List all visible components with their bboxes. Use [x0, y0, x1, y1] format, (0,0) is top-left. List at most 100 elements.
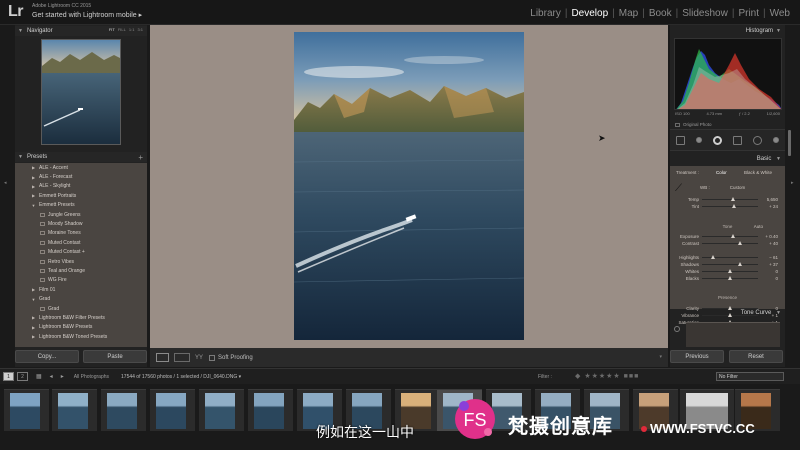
preset-folder[interactable]: ▶ ALE - Accent [15, 163, 147, 172]
right-panel-scrollbar[interactable] [788, 130, 791, 156]
histogram[interactable] [674, 38, 782, 110]
mobile-promo-link[interactable]: Get started with Lightroom mobile ▸ [32, 11, 142, 19]
preset-folder[interactable]: ▶ Film 01 [15, 285, 147, 294]
preset-item[interactable]: Retro Vibes [15, 257, 147, 266]
preset-item[interactable]: Moraine Tones [15, 229, 147, 238]
module-web[interactable]: Web [766, 8, 794, 19]
filmstrip-thumbnail[interactable] [52, 389, 97, 431]
paste-settings-button[interactable]: Paste [83, 350, 147, 363]
rating-filter-stars[interactable]: ◆ ★★★★★ ■■■ [575, 372, 639, 380]
slider-knob[interactable] [730, 234, 735, 238]
slider-value[interactable]: + 40 [758, 241, 778, 246]
slider-knob[interactable] [732, 204, 737, 208]
slider-highlights[interactable]: Highlights − 61 [676, 254, 781, 261]
slider-value[interactable]: + 0.40 [758, 234, 778, 239]
slider-knob[interactable] [738, 241, 743, 245]
red-eye-tool-icon[interactable] [712, 135, 722, 145]
grid-view-icon[interactable]: ▦ [36, 373, 42, 380]
graduated-filter-tool-icon[interactable] [733, 135, 743, 145]
slider-knob[interactable] [728, 276, 732, 280]
collapsed-triangle-icon[interactable]: ▶ [30, 184, 37, 189]
original-photo-checkbox[interactable] [675, 122, 680, 127]
slider-contrast[interactable]: Contrast + 40 [676, 240, 781, 247]
collapsed-triangle-icon[interactable]: ▶ [30, 165, 37, 170]
collapsed-triangle-icon[interactable]: ▶ [30, 175, 37, 180]
slider-track[interactable] [702, 255, 758, 259]
slider-blacks[interactable]: Blacks 0 [676, 275, 781, 282]
toolbar-menu-icon[interactable]: ▾ [659, 354, 662, 360]
slider-value[interactable]: + 37 [758, 262, 778, 267]
slider-track[interactable] [702, 262, 758, 266]
left-panel-collapse-arrow[interactable]: ◂ [4, 180, 7, 186]
filmstrip-source[interactable]: All Photographs [74, 374, 109, 380]
basic-panel-header[interactable]: Basic ▼ [757, 156, 781, 162]
preset-item[interactable]: Muted Contast [15, 238, 147, 247]
tone-curve-target-icon[interactable] [674, 326, 680, 332]
histogram-header[interactable]: Histogram ▼ [670, 26, 785, 36]
slider-track[interactable] [702, 306, 758, 310]
slider-value[interactable]: − 61 [758, 255, 778, 260]
wb-dropdown[interactable]: Custom [730, 185, 746, 190]
module-slideshow[interactable]: Slideshow [678, 8, 732, 19]
tone-curve-header[interactable]: Tone Curve ▼ [741, 310, 781, 316]
preset-item[interactable]: Muted Contast + [15, 248, 147, 257]
preset-item[interactable]: Teal and Orange [15, 266, 147, 275]
reset-button[interactable]: Reset [729, 350, 783, 363]
main-photo[interactable] [294, 32, 524, 340]
expanded-triangle-icon[interactable]: ▼ [30, 203, 37, 208]
slider-knob[interactable] [728, 306, 732, 310]
zoom-fill[interactable]: FILL [118, 27, 126, 32]
slider-shadows[interactable]: Shadows + 37 [676, 261, 781, 268]
preset-folder[interactable]: ▼ Emmett Presets [15, 201, 147, 210]
soft-proofing-checkbox[interactable] [209, 354, 216, 361]
main-window-button[interactable]: 1 [3, 372, 14, 381]
module-map[interactable]: Map [615, 8, 642, 19]
crop-tool-icon[interactable] [675, 135, 685, 145]
previous-button[interactable]: Previous [670, 350, 724, 363]
preset-folder[interactable]: ▶ Emmett Portraits [15, 191, 147, 200]
spot-removal-tool-icon[interactable] [695, 137, 702, 143]
slider-value[interactable]: 0 [758, 276, 778, 281]
zoom-1-1[interactable]: 1:1 [129, 27, 135, 32]
preset-item[interactable]: WG Fire [15, 276, 147, 285]
filmstrip-thumbnail[interactable] [4, 389, 49, 431]
collapsed-triangle-icon[interactable]: ▶ [30, 334, 37, 339]
collapsed-triangle-icon[interactable]: ▶ [30, 287, 37, 292]
slider-track[interactable] [702, 197, 758, 201]
filmstrip-thumbnail[interactable] [150, 389, 195, 431]
preset-item[interactable]: Moody Shadow [15, 219, 147, 228]
preset-folder[interactable]: ▶ ALE - Forecast [15, 172, 147, 181]
module-book[interactable]: Book [645, 8, 676, 19]
preset-folder[interactable]: ▶ Lightroom B&W Filter Presets [15, 313, 147, 322]
slider-knob[interactable] [728, 269, 732, 273]
presets-header[interactable]: ▼ Presets [15, 152, 147, 162]
slider-knob[interactable] [728, 313, 732, 317]
module-library[interactable]: Library [526, 8, 565, 19]
filmstrip-thumbnail[interactable] [101, 389, 146, 431]
right-panel-collapse-arrow[interactable]: ▸ [791, 180, 794, 186]
slider-value[interactable]: 5,650 [758, 197, 778, 202]
tone-auto-button[interactable]: Auto [754, 224, 763, 229]
forward-arrow-icon[interactable]: ▸ [61, 373, 64, 380]
preset-item[interactable]: Grad [15, 304, 147, 313]
add-preset-button[interactable]: + [138, 153, 143, 162]
back-arrow-icon[interactable]: ◂ [50, 373, 53, 380]
module-develop[interactable]: Develop [567, 8, 612, 19]
filmstrip-photo-count[interactable]: 17544 of 17560 photos / 1 selected / DJI… [121, 374, 241, 380]
collapsed-triangle-icon[interactable]: ▶ [30, 193, 37, 198]
loupe-view-button[interactable] [156, 353, 169, 362]
before-after-button[interactable] [174, 353, 190, 362]
slider-value[interactable]: + 24 [758, 204, 778, 209]
zoom-fit[interactable]: FIT [109, 27, 115, 32]
slider-track[interactable] [702, 234, 758, 238]
collapsed-triangle-icon[interactable]: ▶ [30, 315, 37, 320]
filmstrip-thumbnail[interactable] [199, 389, 244, 431]
preset-folder[interactable]: ▶ Lightroom B&W Presets [15, 323, 147, 332]
tone-curve-graph[interactable] [686, 322, 780, 347]
preset-item[interactable]: Jungle Greens [15, 210, 147, 219]
navigator-preview[interactable] [41, 39, 121, 145]
slider-track[interactable] [702, 204, 758, 208]
preset-folder[interactable]: ▶ Lightroom B&W Toned Presets [15, 332, 147, 341]
slider-value[interactable]: 0 [758, 269, 778, 274]
preset-folder[interactable]: ▶ ALE - Skylight [15, 182, 147, 191]
